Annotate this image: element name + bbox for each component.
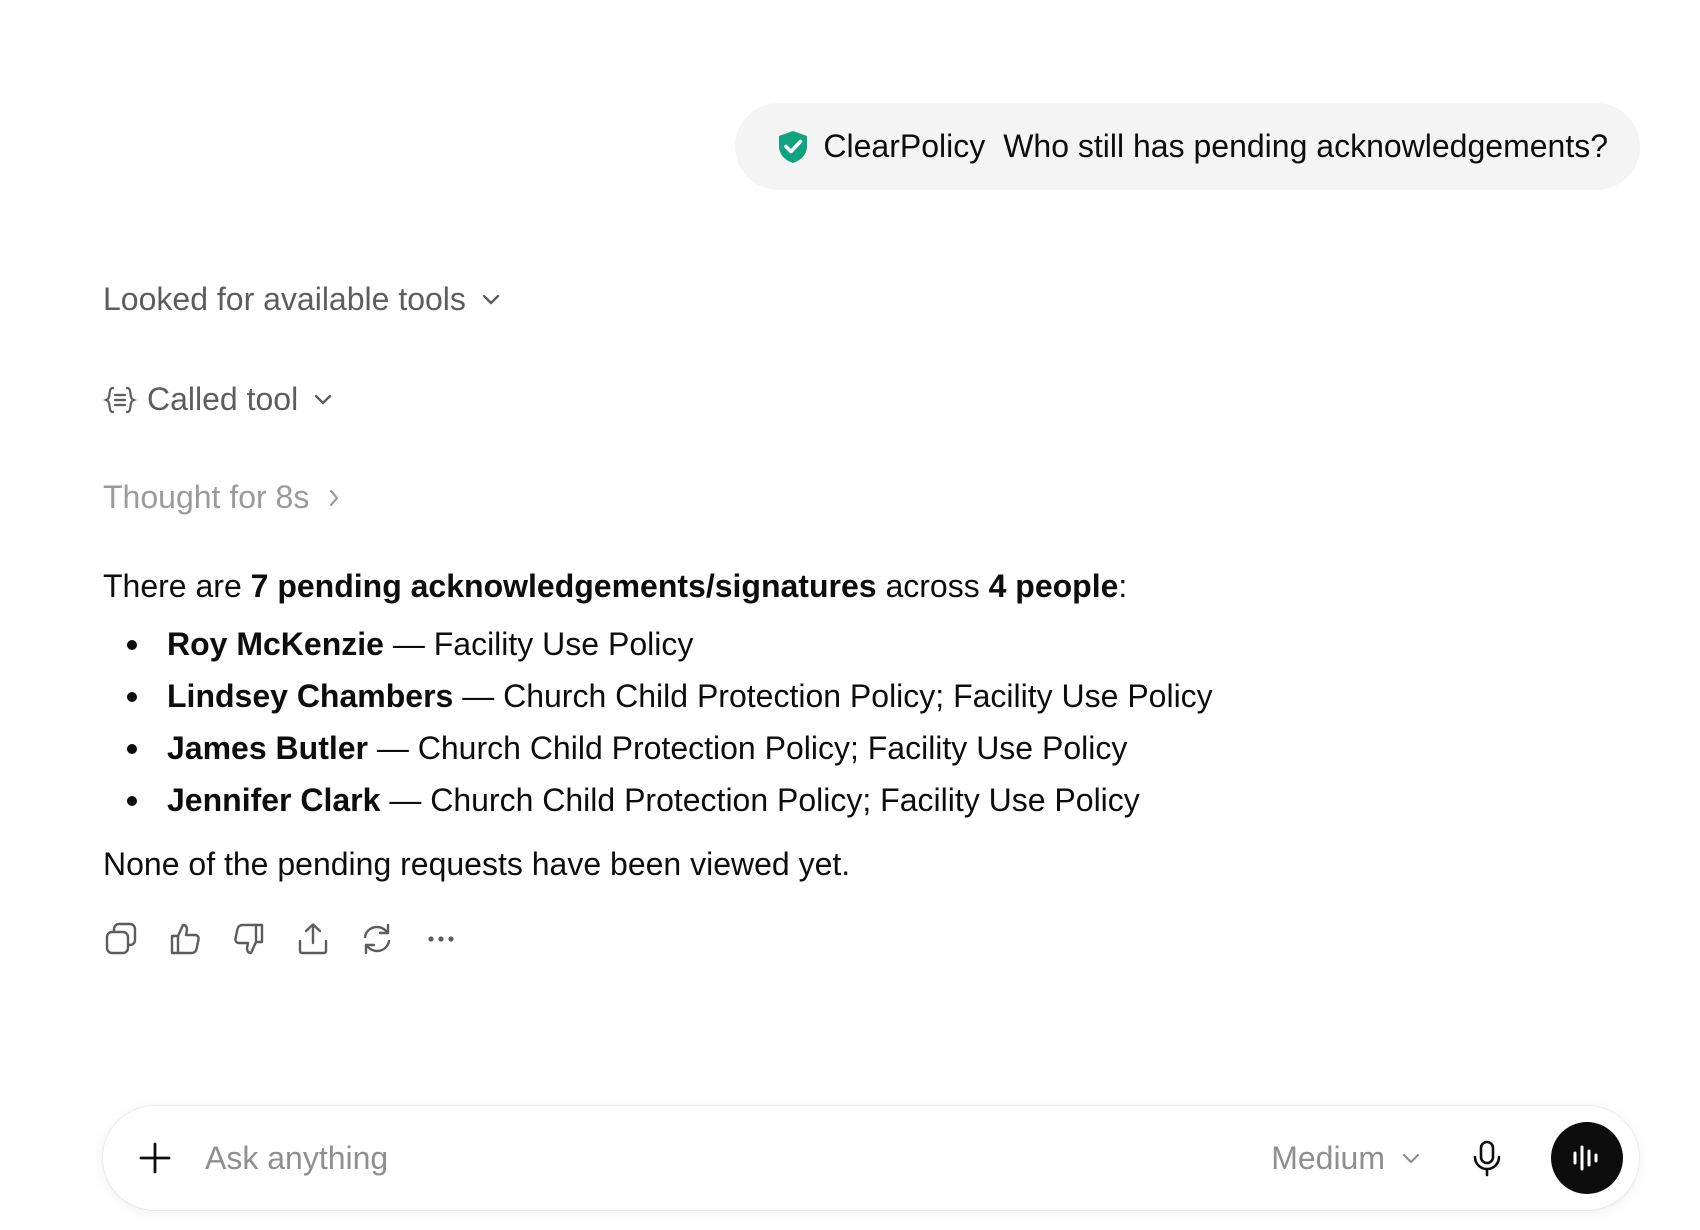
message-composer: Medium xyxy=(103,1106,1639,1210)
user-message-text: Who still has pending acknowledgements? xyxy=(1003,128,1608,164)
looked-for-tools-label: Looked for available tools xyxy=(103,281,466,317)
policy-detail: — Church Child Protection Policy; Facili… xyxy=(453,678,1213,714)
intro-people: 4 people xyxy=(988,568,1119,604)
shield-check-icon xyxy=(775,129,811,165)
intro-count: 7 pending acknowledgements/signatures xyxy=(250,568,877,604)
list-item: Jennifer Clark — Church Child Protection… xyxy=(103,774,1553,826)
answer-body: There are 7 pending acknowledgements/sig… xyxy=(103,560,1553,890)
policy-detail: — Church Child Protection Policy; Facili… xyxy=(380,782,1140,818)
thumbs-down-icon[interactable] xyxy=(231,921,267,957)
message-actions xyxy=(103,921,459,957)
voice-mode-button[interactable] xyxy=(1551,1122,1623,1194)
policy-detail: — Facility Use Policy xyxy=(383,626,694,662)
chevron-down-icon xyxy=(310,387,336,413)
person-name: James Butler xyxy=(167,730,368,766)
message-input[interactable] xyxy=(205,1128,1205,1188)
chevron-down-icon xyxy=(478,287,504,313)
chat-page: ClearPolicy Who still has pending acknow… xyxy=(0,0,1700,1230)
chevron-right-icon xyxy=(321,485,347,511)
person-name: Lindsey Chambers xyxy=(167,678,454,714)
more-icon[interactable] xyxy=(423,921,459,957)
answer-intro: There are 7 pending acknowledgements/sig… xyxy=(103,560,1553,612)
plus-icon[interactable] xyxy=(135,1138,175,1178)
answer-closing: None of the pending requests have been v… xyxy=(103,846,851,882)
microphone-icon[interactable] xyxy=(1467,1138,1507,1178)
chevron-down-icon xyxy=(1399,1146,1423,1170)
thought-toggle[interactable]: Thought for 8s xyxy=(103,479,347,516)
intro-text: There are xyxy=(103,568,251,604)
thumbs-up-icon[interactable] xyxy=(167,921,203,957)
list-item: Lindsey Chambers — Church Child Protecti… xyxy=(103,670,1553,722)
copy-icon[interactable] xyxy=(103,921,139,957)
list-item: James Butler — Church Child Protection P… xyxy=(103,722,1553,774)
model-label: Medium xyxy=(1271,1139,1385,1176)
waveform-icon xyxy=(1573,1145,1598,1171)
model-selector[interactable]: Medium xyxy=(1271,1140,1423,1177)
share-icon[interactable] xyxy=(295,921,331,957)
intro-text: across xyxy=(876,568,989,604)
looked-for-tools-toggle[interactable]: Looked for available tools xyxy=(103,281,504,318)
user-message-bubble: ClearPolicy Who still has pending acknow… xyxy=(735,103,1640,190)
policy-detail: — Church Child Protection Policy; Facili… xyxy=(367,730,1128,766)
regenerate-icon[interactable] xyxy=(359,921,395,957)
code-braces-icon xyxy=(103,383,137,417)
called-tool-toggle[interactable]: Called tool xyxy=(103,381,336,418)
thought-label: Thought for 8s xyxy=(103,479,310,515)
intro-text: : xyxy=(1118,568,1128,604)
pending-list: Roy McKenzie — Facility Use Policy Linds… xyxy=(103,618,1553,826)
person-name: Jennifer Clark xyxy=(167,782,381,818)
app-name: ClearPolicy xyxy=(823,128,986,164)
person-name: Roy McKenzie xyxy=(167,626,384,662)
called-tool-label: Called tool xyxy=(147,381,299,417)
list-item: Roy McKenzie — Facility Use Policy xyxy=(103,618,1553,670)
